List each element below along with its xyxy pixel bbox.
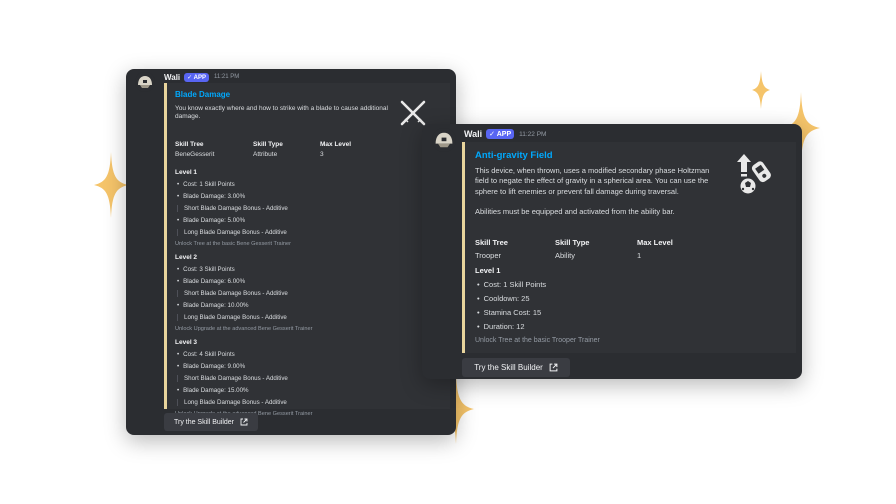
- field-name: Max Level: [637, 238, 673, 247]
- try-skill-builder-button[interactable]: Try the Skill Builder: [164, 413, 258, 431]
- sparkle-icon: [752, 71, 770, 109]
- list-item: Duration: 12: [477, 322, 525, 331]
- blockquote: Long Blade Damage Bonus - Additive: [177, 229, 287, 236]
- field-name: Skill Type: [555, 238, 590, 247]
- level-title: Level 1: [175, 169, 198, 176]
- field-value: 3: [320, 151, 324, 158]
- embed: Anti-gravity Field This device, when thr…: [462, 142, 796, 353]
- list-item: Cost: 3 Skill Points: [177, 266, 235, 273]
- list-item: Blade Damage: 9.00%: [177, 363, 245, 370]
- level-title: Level 2: [175, 254, 198, 261]
- unlock-note: Unlock Tree at the basic Trooper Trainer: [475, 337, 600, 344]
- description-paragraph: Abilities must be equipped and activated…: [475, 207, 675, 217]
- list-item: Blade Damage: 10.00%: [177, 302, 248, 309]
- unlock-note: Unlock Upgrade at the advanced Bene Gess…: [175, 326, 313, 332]
- message-card-blade-damage: Wali ✓ APP 11:21 PM Blade Damage You kno…: [126, 69, 456, 435]
- field-name: Max Level: [320, 141, 352, 148]
- username[interactable]: Wali: [164, 73, 180, 82]
- list-item: Stamina Cost: 15: [477, 308, 542, 317]
- field-name: Skill Tree: [175, 141, 204, 148]
- try-skill-builder-button[interactable]: Try the Skill Builder: [462, 358, 570, 377]
- field-value: 1: [637, 251, 642, 260]
- embed-description: You know exactly where and how to strike…: [175, 105, 388, 121]
- embed: Blade Damage You know exactly where and …: [164, 83, 450, 417]
- field-value: Attribute: [253, 151, 278, 158]
- embed-fields: Skill Tree BeneGesserit Skill Type Attri…: [175, 141, 351, 158]
- button-label: Try the Skill Builder: [474, 363, 543, 372]
- avatar[interactable]: [135, 72, 155, 92]
- list-item: Cost: 1 Skill Points: [177, 181, 235, 188]
- list-item: Blade Damage: 6.00%: [177, 278, 245, 285]
- embed-title[interactable]: Blade Damage: [175, 90, 230, 99]
- field-skill-tree: Skill Tree BeneGesserit: [175, 141, 253, 158]
- button-label: Try the Skill Builder: [173, 418, 235, 426]
- field-value: Trooper: [475, 251, 501, 260]
- blockquote: Short Blade Damage Bonus - Additive: [177, 205, 288, 212]
- level-title: Level 1: [475, 266, 501, 275]
- field-max-level: Max Level 3: [320, 141, 351, 158]
- field-skill-tree: Skill Tree Trooper: [475, 238, 555, 260]
- blockquote: Long Blade Damage Bonus - Additive: [177, 399, 287, 406]
- avatar[interactable]: [432, 128, 456, 152]
- list-item: Blade Damage: 5.00%: [177, 217, 245, 224]
- field-skill-type: Skill Type Attribute: [253, 141, 320, 158]
- blockquote: Short Blade Damage Bonus - Additive: [177, 290, 288, 297]
- field-value: Ability: [555, 251, 576, 260]
- embed-title[interactable]: Anti-gravity Field: [475, 150, 553, 161]
- blockquote: Long Blade Damage Bonus - Additive: [177, 314, 287, 321]
- external-link-icon: [240, 418, 248, 426]
- list-item: Blade Damage: 3.00%: [177, 193, 245, 200]
- list-item: Cost: 1 Skill Points: [477, 280, 547, 289]
- app-badge: ✓ APP: [184, 72, 209, 82]
- field-skill-type: Skill Type Ability: [555, 238, 637, 260]
- list-item: Blade Damage: 15.00%: [177, 387, 248, 394]
- list-item: Cooldown: 25: [477, 294, 530, 303]
- message-header: Wali ✓ APP 11:22 PM: [464, 127, 546, 141]
- timestamp: 11:22 PM: [519, 130, 547, 138]
- sparkle-icon: [94, 152, 128, 218]
- field-max-level: Max Level 1: [637, 238, 673, 260]
- unlock-note: Unlock Tree at the basic Bene Gesserit T…: [175, 241, 291, 247]
- description-paragraph: This device, when thrown, uses a modifie…: [475, 166, 710, 196]
- app-badge: ✓ APP: [486, 129, 515, 139]
- username[interactable]: Wali: [464, 129, 482, 139]
- field-name: Skill Type: [253, 141, 283, 148]
- message-header: Wali ✓ APP 11:21 PM: [164, 71, 239, 83]
- message-card-anti-gravity-field: Wali ✓ APP 11:22 PM Anti-gravity Field T…: [422, 124, 802, 379]
- field-name: Skill Tree: [475, 238, 508, 247]
- field-value: BeneGesserit: [175, 151, 215, 158]
- anti-gravity-grenade-icon: [737, 154, 771, 194]
- timestamp: 11:21 PM: [213, 74, 240, 80]
- external-link-icon: [549, 363, 558, 372]
- list-item: Cost: 4 Skill Points: [177, 351, 235, 358]
- blockquote: Short Blade Damage Bonus - Additive: [177, 375, 288, 382]
- embed-fields: Skill Tree Trooper Skill Type Ability Ma…: [475, 238, 673, 260]
- level-title: Level 3: [175, 339, 198, 346]
- crossed-blades-icon: [400, 100, 426, 126]
- embed-description: This device, when thrown, uses a modifie…: [475, 166, 725, 217]
